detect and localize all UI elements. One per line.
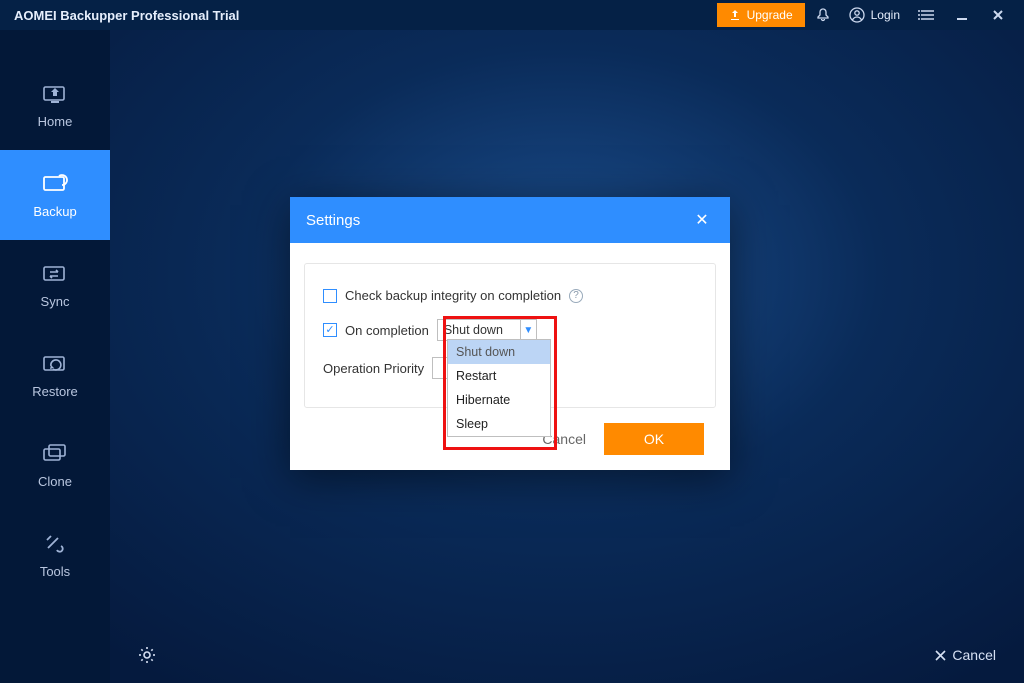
restore-icon — [41, 352, 69, 374]
dropdown-option[interactable]: Restart — [448, 364, 550, 388]
sidebar-item-home[interactable]: Home — [0, 60, 110, 150]
upload-icon — [729, 9, 741, 21]
modal-header: Settings ✕ — [290, 197, 730, 243]
login-button[interactable]: Login — [841, 0, 908, 30]
help-icon[interactable]: ? — [569, 289, 583, 303]
modal-close-button[interactable]: ✕ — [690, 210, 714, 230]
home-icon — [41, 82, 69, 104]
minimize-button[interactable] — [944, 0, 980, 30]
backup-icon — [41, 172, 69, 194]
close-icon — [935, 650, 946, 661]
dropdown-option[interactable]: Sleep — [448, 412, 550, 436]
sidebar-item-tools[interactable]: Tools — [0, 510, 110, 600]
clone-icon — [41, 442, 69, 464]
close-button[interactable] — [980, 0, 1016, 30]
on-completion-select[interactable]: Shut down ▼ — [437, 319, 537, 341]
menu-icon[interactable] — [908, 0, 944, 30]
bottom-bar: Cancel — [110, 627, 1024, 683]
sidebar-item-label: Restore — [32, 384, 78, 399]
login-label: Login — [871, 8, 900, 22]
gear-icon[interactable] — [138, 646, 156, 664]
main-cancel-button[interactable]: Cancel — [935, 647, 996, 663]
on-completion-checkbox[interactable] — [323, 323, 337, 337]
sidebar-item-label: Tools — [40, 564, 70, 579]
chevron-down-icon: ▼ — [520, 320, 536, 340]
on-completion-dropdown: Shut down Restart Hibernate Sleep — [447, 339, 551, 437]
sidebar-item-label: Clone — [38, 474, 72, 489]
sidebar-item-restore[interactable]: Restore — [0, 330, 110, 420]
modal-ok-button[interactable]: OK — [604, 423, 704, 455]
dropdown-option[interactable]: Hibernate — [448, 388, 550, 412]
sidebar: Home Backup Sync Restore Clone Tools — [0, 30, 110, 683]
titlebar: AOMEI Backupper Professional Trial Upgra… — [0, 0, 1024, 30]
dropdown-option[interactable]: Shut down — [448, 340, 550, 364]
sidebar-item-backup[interactable]: Backup — [0, 150, 110, 240]
modal-title: Settings — [306, 212, 360, 229]
sidebar-item-label: Backup — [33, 204, 76, 219]
upgrade-label: Upgrade — [747, 8, 793, 22]
app-title: AOMEI Backupper Professional Trial — [14, 8, 239, 23]
upgrade-button[interactable]: Upgrade — [717, 3, 805, 27]
sidebar-item-sync[interactable]: Sync — [0, 240, 110, 330]
main-cancel-label: Cancel — [952, 647, 996, 663]
bell-icon[interactable] — [805, 0, 841, 30]
check-integrity-checkbox[interactable] — [323, 289, 337, 303]
on-completion-label: On completion — [345, 323, 429, 338]
sidebar-item-clone[interactable]: Clone — [0, 420, 110, 510]
check-integrity-label: Check backup integrity on completion — [345, 288, 561, 303]
user-icon — [849, 7, 865, 23]
sync-icon — [41, 262, 69, 284]
sidebar-item-label: Sync — [41, 294, 70, 309]
tools-icon — [41, 532, 69, 554]
operation-priority-label: Operation Priority — [323, 361, 424, 376]
sidebar-item-label: Home — [38, 114, 73, 129]
on-completion-value: Shut down — [444, 323, 503, 337]
